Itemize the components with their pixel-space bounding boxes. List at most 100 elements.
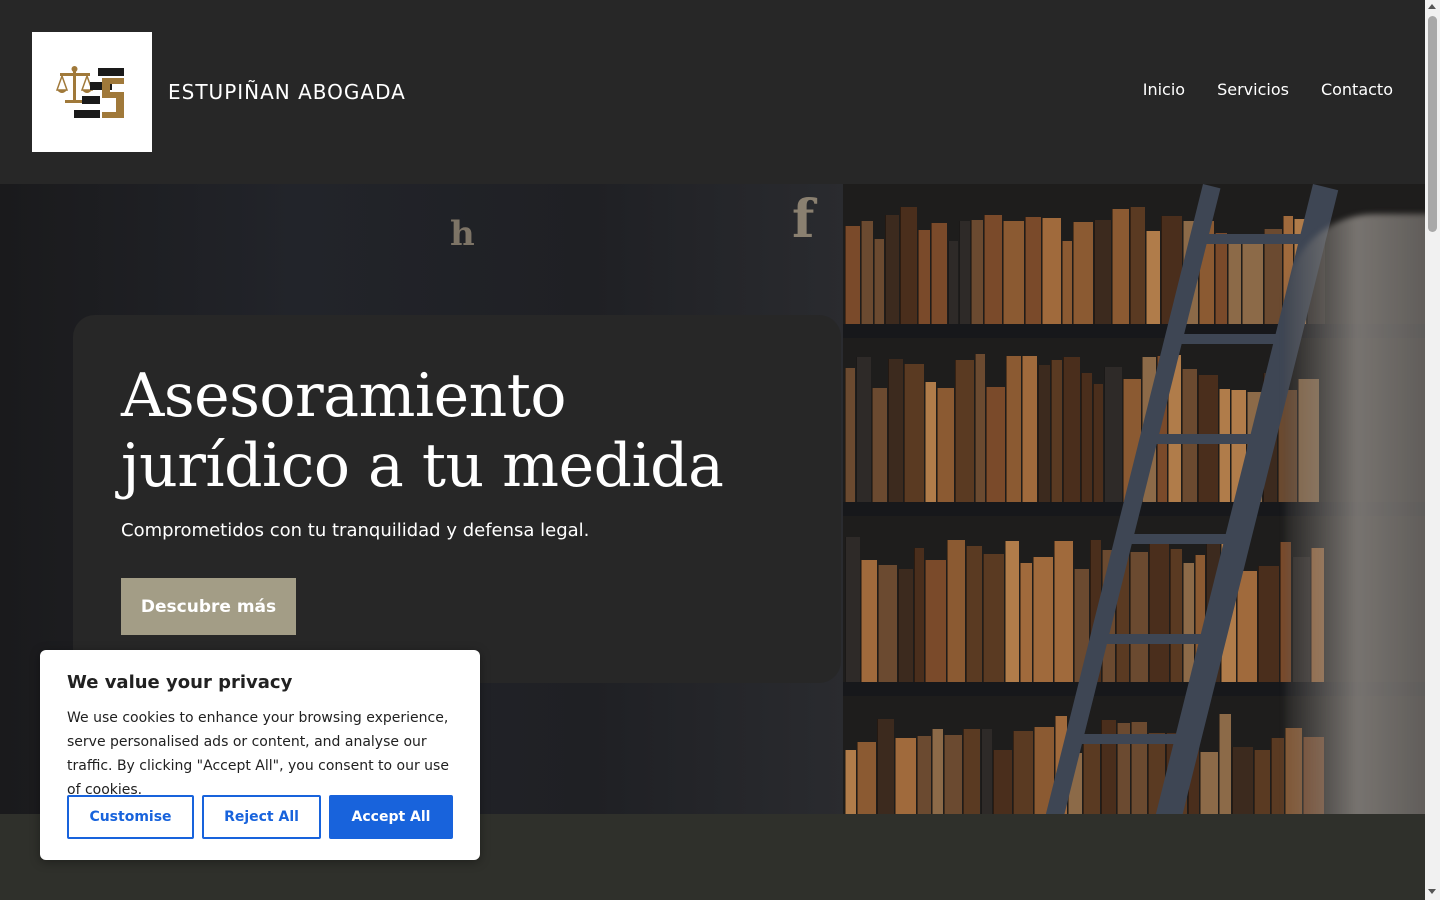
book-spine <box>1083 735 1100 814</box>
ladder-rung <box>1193 234 1303 244</box>
book-spine <box>1237 571 1257 682</box>
reject-all-button[interactable]: Reject All <box>202 795 321 839</box>
book-spine <box>1094 220 1111 324</box>
ladder-rung <box>1145 434 1255 444</box>
book-spine <box>1042 218 1061 324</box>
nav-servicios[interactable]: Servicios <box>1217 80 1289 99</box>
book-spine <box>857 742 876 814</box>
book-spine <box>856 357 871 502</box>
cookie-description: We use cookies to enhance your browsing … <box>67 710 449 798</box>
book-spine <box>1006 356 1021 502</box>
blurred-figure <box>1285 214 1425 814</box>
book-spine <box>845 537 860 682</box>
book-spine <box>1073 222 1093 324</box>
book-spine <box>885 215 899 324</box>
book-spine <box>993 750 1012 814</box>
hero-title: Asesoramiento jurídico a tu medida <box>121 361 724 501</box>
book-spine <box>1130 207 1145 324</box>
book-spine <box>1013 731 1033 814</box>
book-spine <box>1051 360 1062 502</box>
book-spine <box>877 719 894 814</box>
discover-more-button[interactable]: Descubre más <box>121 578 296 635</box>
book-spine <box>1022 356 1037 502</box>
book-spine <box>986 387 1005 502</box>
book-spine <box>955 360 974 502</box>
customise-button[interactable]: Customise <box>67 795 194 839</box>
book-spine <box>874 239 884 324</box>
book-spine <box>1200 752 1218 814</box>
book-spine <box>1112 209 1129 324</box>
nav-inicio[interactable]: Inicio <box>1143 80 1185 99</box>
book-spine <box>845 368 855 502</box>
book-spine <box>861 221 873 324</box>
ladder-rung <box>1121 534 1231 544</box>
hero-subtitle: Comprometidos con tu tranquilidad y defe… <box>121 520 590 541</box>
book-spine <box>1093 384 1103 502</box>
logo-link[interactable] <box>32 32 152 152</box>
nav-contacto[interactable]: Contacto <box>1321 80 1393 99</box>
book-spine <box>931 223 947 324</box>
scrollbar-thumb[interactable] <box>1428 16 1437 232</box>
shelf-letter-decoration: f <box>792 189 815 250</box>
page-scrollbar[interactable] <box>1425 0 1440 900</box>
book-spine <box>947 540 965 682</box>
accept-all-button[interactable]: Accept All <box>329 795 453 839</box>
book-spine <box>971 220 983 324</box>
book-spine <box>1081 373 1092 502</box>
book-spine <box>845 750 856 814</box>
book-spine <box>925 382 936 502</box>
book-spine <box>845 226 860 324</box>
book-spine <box>975 354 985 502</box>
book-spine <box>1146 231 1160 324</box>
ladder-rung <box>1073 734 1183 744</box>
shelf-letter-decoration: h <box>450 214 475 254</box>
book-spine <box>1219 389 1230 502</box>
book-spine <box>932 729 943 814</box>
cookie-title: We value your privacy <box>67 672 293 693</box>
book-spine <box>1033 557 1053 682</box>
book-spine <box>1062 241 1072 324</box>
cookie-consent-banner: We value your privacy We use cookies to … <box>40 650 480 860</box>
scales-of-justice-logo-icon <box>56 66 124 118</box>
book-spine <box>1254 750 1270 814</box>
book-spine <box>983 554 1004 682</box>
book-spine <box>1219 714 1231 814</box>
book-spine <box>959 221 970 324</box>
book-spine <box>1228 234 1241 324</box>
book-spine <box>1271 738 1284 814</box>
book-spine <box>966 546 982 682</box>
book-spine <box>1020 563 1032 682</box>
book-spine <box>1232 747 1253 814</box>
book-spine <box>918 230 930 324</box>
book-spine <box>944 735 962 814</box>
book-spine <box>878 565 897 682</box>
site-header: ESTUPIÑAN ABOGADA Inicio Servicios Conta… <box>0 0 1425 184</box>
book-spine <box>925 560 946 682</box>
book-spine <box>984 215 1002 324</box>
book-spine <box>1054 541 1073 682</box>
book-spine <box>900 207 917 324</box>
brand-name[interactable]: ESTUPIÑAN ABOGADA <box>168 80 406 104</box>
book-spine <box>904 364 924 502</box>
book-spine <box>872 388 887 502</box>
book-spine <box>1104 367 1122 502</box>
book-spine <box>1063 357 1080 502</box>
book-spine <box>1170 549 1182 682</box>
book-spine <box>898 569 913 682</box>
scroll-down-arrow-icon[interactable] <box>1428 889 1436 894</box>
book-spine <box>1005 541 1019 682</box>
hero-card: Asesoramiento jurídico a tu medida Compr… <box>73 315 841 683</box>
book-spine <box>963 729 980 814</box>
book-spine <box>888 359 903 502</box>
main-nav: Inicio Servicios Contacto <box>1143 80 1393 99</box>
book-spine <box>1025 217 1041 324</box>
book-spine <box>861 560 877 682</box>
scroll-up-arrow-icon[interactable] <box>1428 4 1436 9</box>
ladder-rung <box>1097 634 1207 644</box>
book-spine <box>1258 566 1279 682</box>
book-spine <box>948 241 958 324</box>
book-spine <box>1149 538 1169 682</box>
book-spine <box>981 729 992 814</box>
book-spine <box>1242 241 1263 324</box>
book-spine <box>1130 552 1148 682</box>
